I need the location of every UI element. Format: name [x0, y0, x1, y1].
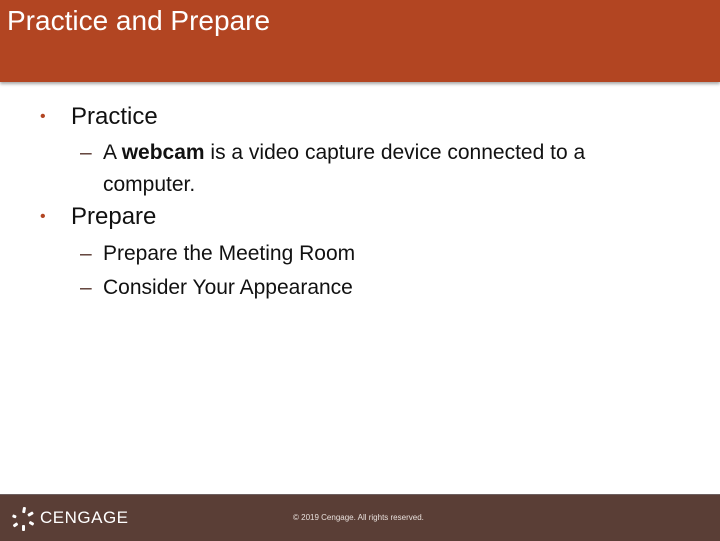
dash-icon: –: [80, 141, 92, 164]
text-prefix: A: [103, 141, 122, 164]
cengage-logo-text: CENGAGE: [40, 508, 129, 527]
sub-bullet-text: A webcam is a video capture device conne…: [103, 137, 663, 201]
cengage-pinwheel-icon: [12, 506, 35, 531]
copyright-text: © 2019 Cengage. All rights reserved.: [293, 513, 424, 522]
dash-icon: –: [80, 276, 92, 299]
bullet-dot-icon: •: [40, 208, 46, 225]
sub-bullet-webcam: – A webcam is a video capture device con…: [80, 137, 663, 201]
slide-header: Practice and Prepare: [0, 0, 720, 82]
sub-bullet-text: Prepare the Meeting Room: [103, 242, 356, 265]
sub-bullet-text: Consider Your Appearance: [103, 276, 353, 299]
term-webcam: webcam: [121, 141, 205, 164]
sub-bullet-meeting-room: – Prepare the Meeting Room: [80, 238, 663, 270]
bullet-label: Prepare: [71, 203, 157, 230]
slide-footer: CENGAGE © 2019 Cengage. All rights reser…: [0, 494, 720, 541]
dash-icon: –: [80, 242, 92, 265]
slide-title: Practice and Prepare: [7, 5, 271, 36]
bullet-dot-icon: •: [40, 108, 46, 125]
sub-bullet-appearance: – Consider Your Appearance: [80, 272, 663, 304]
bullet-label: Practice: [71, 103, 158, 130]
